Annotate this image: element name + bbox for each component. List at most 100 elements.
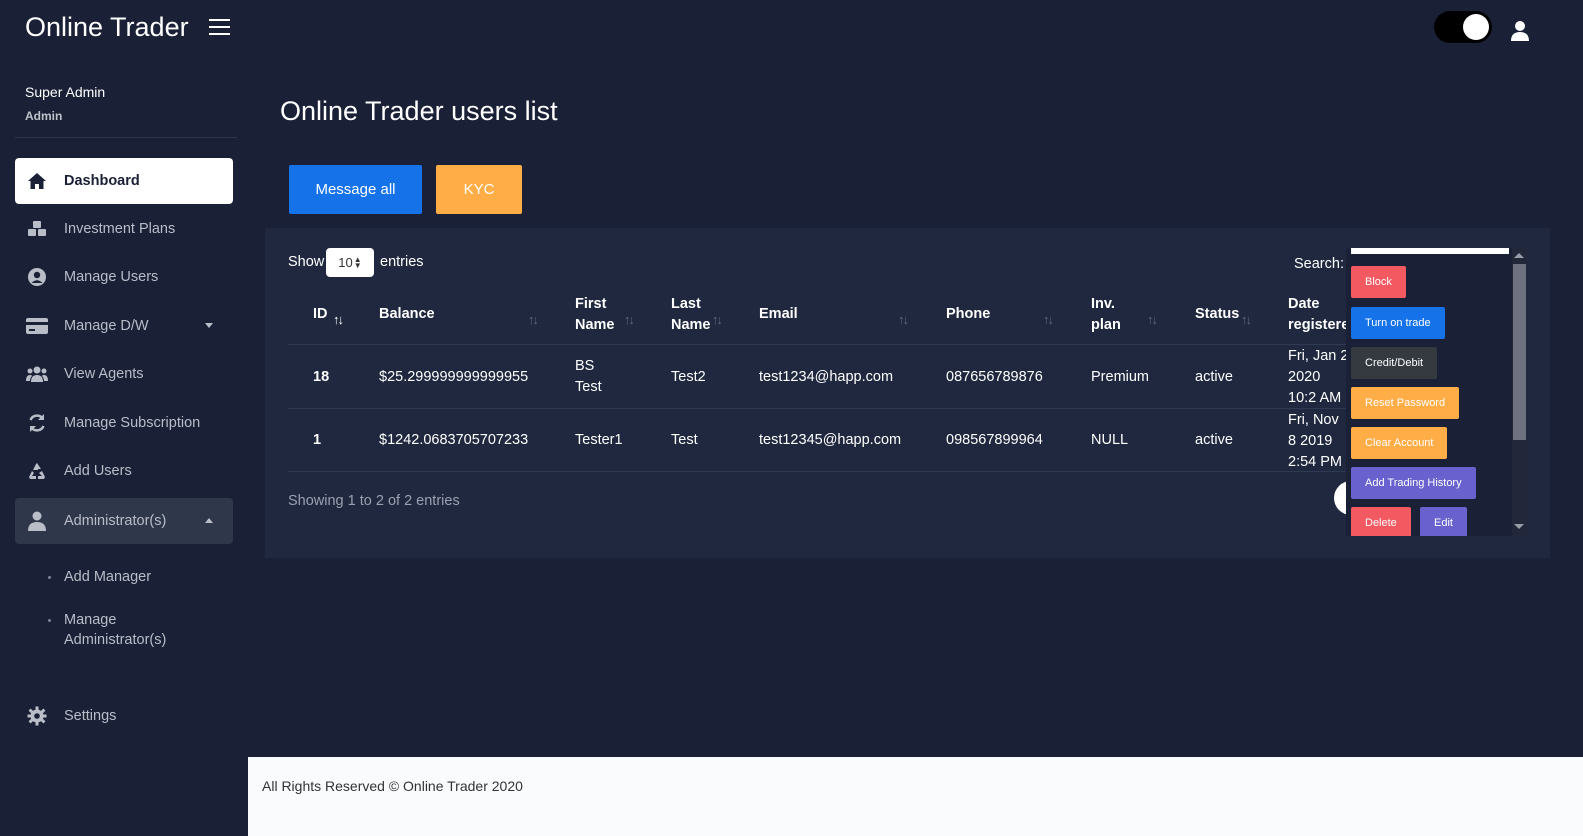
chevron-up-icon: [205, 518, 213, 523]
sidebar-item-label: Settings: [64, 708, 117, 724]
sidebar-item-label: Investment Plans: [64, 221, 176, 237]
turn-on-trade-button[interactable]: Turn on trade: [1351, 307, 1445, 339]
sort-icon[interactable]: ↑↓: [624, 312, 635, 327]
credit-debit-button[interactable]: Credit/Debit: [1351, 347, 1438, 379]
table-cell-plan: Premium: [1091, 369, 1150, 385]
top-navbar: Online Trader: [0, 0, 1583, 57]
sidebar-item-dashboard[interactable]: Dashboard: [15, 158, 233, 204]
sidebar-item-label: Manage D/W: [64, 318, 149, 334]
edit-button[interactable]: Edit: [1420, 507, 1467, 536]
column-header-email[interactable]: Email: [759, 304, 798, 325]
column-header-status[interactable]: Status: [1195, 304, 1239, 325]
sidebar-item-label: Manage Subscription: [64, 415, 201, 431]
table-cell-last-name: Test: [671, 432, 698, 448]
table-divider: [288, 344, 1510, 345]
table-cell-date: Fri, Nov 8 2019 2:54 PM: [1288, 412, 1342, 470]
page-title: Online Trader users list: [280, 96, 558, 126]
sort-icon[interactable]: ↑↓: [898, 312, 909, 327]
column-header-last-name[interactable]: Last Name: [671, 294, 716, 336]
hamburger-menu-icon[interactable]: [209, 19, 230, 37]
scroll-up-icon[interactable]: [1514, 253, 1524, 258]
clear-account-button[interactable]: Clear Account: [1351, 427, 1448, 459]
showing-entries-text: Showing 1 to 2 of 2 entries: [288, 493, 460, 509]
table-cell-first-name: BS Test: [575, 358, 602, 395]
sidebar-item-label: Dashboard: [64, 173, 140, 189]
sort-icon[interactable]: ↑↓: [1043, 312, 1054, 327]
profile-name: Super Admin: [25, 84, 106, 100]
sort-arrows-icon: ▲ ▼: [353, 254, 362, 270]
sidebar-subitem-manage-administrators[interactable]: Manage Administrator(s): [48, 610, 198, 650]
column-header-first-name[interactable]: First Name: [575, 294, 625, 336]
chevron-down-icon: [205, 323, 213, 328]
sidebar-divider: [15, 137, 237, 138]
column-header-inv-plan[interactable]: Inv. plan: [1091, 294, 1131, 336]
sidebar-item-manage-dw[interactable]: Manage D/W: [15, 303, 233, 349]
user-actions-dropdown: Block Turn on trade Credit/Debit Reset P…: [1346, 248, 1512, 536]
user-icon: [26, 510, 48, 532]
recycle-icon: [26, 460, 48, 482]
sidebar-item-manage-subscription[interactable]: Manage Subscription: [15, 400, 233, 446]
sort-icon[interactable]: ↑↓: [1241, 312, 1252, 327]
show-label: Show: [288, 254, 325, 270]
table-cell-id: 1: [313, 432, 322, 448]
sidebar-item-administrators[interactable]: Administrator(s): [15, 498, 233, 544]
gear-icon: [26, 705, 48, 727]
footer-copyright: All Rights Reserved © Online Trader 2020: [262, 778, 523, 794]
table-cell-plan: NULL: [1091, 432, 1129, 448]
bullet-icon: [48, 576, 51, 579]
table-cell-phone: 087656789876: [946, 369, 1043, 385]
column-header-date-registered[interactable]: Date registered: [1288, 294, 1348, 338]
sort-icon[interactable]: ↑↓: [1147, 312, 1158, 327]
sidebar-item-manage-users[interactable]: Manage Users: [15, 254, 233, 300]
table-cell-balance: $25.299999999999955: [379, 369, 529, 385]
table-cell-last-name: Test2: [671, 369, 706, 385]
entries-select[interactable]: 10 ▲ ▼: [326, 248, 374, 277]
table-divider: [288, 471, 1510, 472]
search-label: Search:: [1294, 256, 1344, 272]
table-cell-id: 18: [313, 369, 330, 385]
theme-toggle[interactable]: [1434, 11, 1492, 43]
sidebar-item-label: Manage Users: [64, 269, 159, 285]
table-cell-email: test1234@happ.com: [759, 369, 894, 385]
user-profile-icon[interactable]: [1510, 20, 1530, 42]
table-cell-status: active: [1195, 432, 1233, 448]
table-cell-email: test12345@happ.com: [759, 432, 902, 448]
add-trading-history-button[interactable]: Add Trading History: [1351, 467, 1476, 499]
brand-logo[interactable]: Online Trader: [25, 12, 189, 43]
sidebar-item-add-users[interactable]: Add Users: [15, 448, 233, 494]
table-cell-status: active: [1195, 369, 1233, 385]
sidebar-item-label: View Agents: [64, 366, 144, 382]
sidebar-item-view-agents[interactable]: View Agents: [15, 351, 233, 397]
scroll-down-icon[interactable]: [1514, 524, 1524, 529]
table-cell-balance: $1242.0683705707233: [379, 432, 529, 448]
scrollbar-thumb[interactable]: [1513, 264, 1526, 440]
search-input[interactable]: [1351, 248, 1509, 254]
kyc-button[interactable]: KYC: [436, 165, 522, 214]
sort-desc-icon[interactable]: ↑↓: [333, 312, 344, 327]
column-header-phone[interactable]: Phone: [946, 304, 990, 325]
table-divider: [288, 408, 1510, 409]
sidebar-item-label: Add Users: [64, 463, 132, 479]
reset-password-button[interactable]: Reset Password: [1351, 387, 1460, 419]
dropdown-scrollbar[interactable]: [1512, 248, 1527, 536]
sort-icon[interactable]: ↑↓: [528, 312, 539, 327]
user-circle-icon: [26, 266, 48, 288]
sidebar-item-investment-plans[interactable]: Investment Plans: [15, 206, 233, 252]
sort-icon[interactable]: ↑↓: [712, 312, 723, 327]
profile-role: Admin: [25, 109, 63, 123]
message-all-button[interactable]: Message all: [289, 165, 422, 214]
table-cell-phone: 098567899964: [946, 432, 1043, 448]
column-header-id[interactable]: ID: [313, 304, 328, 325]
sidebar-item-settings[interactable]: Settings: [15, 693, 233, 739]
users-icon: [26, 363, 48, 385]
cubes-icon: [26, 218, 48, 240]
table-cell-first-name: Tester1: [575, 432, 623, 448]
bullet-icon: [48, 619, 51, 622]
delete-button[interactable]: Delete: [1351, 507, 1411, 536]
credit-card-icon: [26, 315, 48, 337]
sidebar-subitem-add-manager[interactable]: Add Manager: [48, 567, 151, 587]
column-header-balance[interactable]: Balance: [379, 304, 435, 325]
block-button[interactable]: Block: [1351, 266, 1406, 298]
entries-label: entries: [380, 254, 424, 270]
footer: All Rights Reserved © Online Trader 2020: [248, 757, 1583, 836]
